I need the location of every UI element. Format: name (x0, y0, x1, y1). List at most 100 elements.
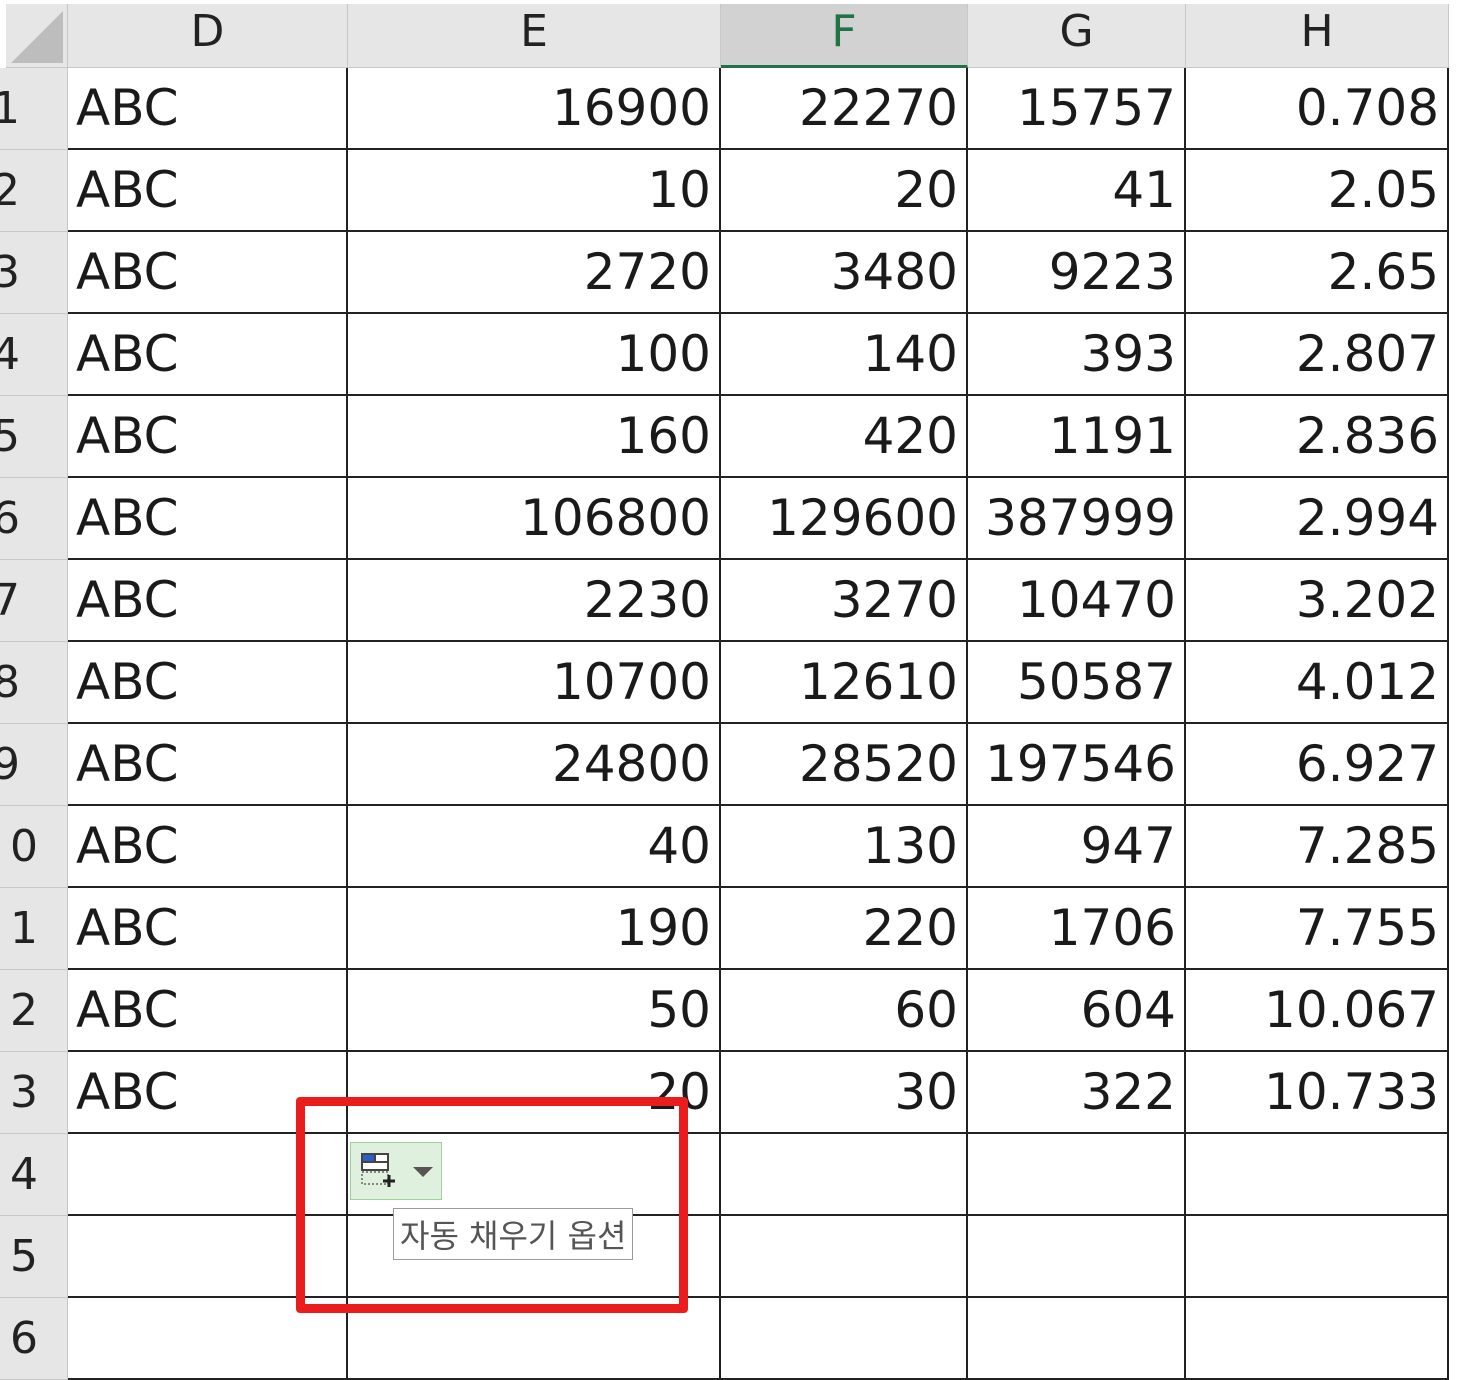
column-header-h[interactable]: H (1186, 4, 1449, 68)
cell-f[interactable]: 3270 (721, 560, 968, 642)
cell-d[interactable]: ABC (68, 724, 348, 806)
cell-f[interactable] (721, 1134, 968, 1216)
cell-h[interactable]: 10.067 (1186, 970, 1449, 1052)
cell-g[interactable]: 197546 (968, 724, 1186, 806)
cell-e[interactable]: 100 (348, 314, 721, 396)
cell-d[interactable]: ABC (68, 970, 348, 1052)
row-header[interactable]: 4 (0, 1134, 68, 1216)
row-header[interactable]: 7 (0, 560, 68, 642)
row-header[interactable]: 8 (0, 642, 68, 724)
cell-h[interactable]: 2.05 (1186, 150, 1449, 232)
cell-h[interactable]: 4.012 (1186, 642, 1449, 724)
row-header[interactable]: 4 (0, 314, 68, 396)
cell-f[interactable]: 28520 (721, 724, 968, 806)
cell-f[interactable]: 3480 (721, 232, 968, 314)
cell-e[interactable] (348, 1298, 721, 1380)
cell-h[interactable]: 7.285 (1186, 806, 1449, 888)
cell-e[interactable]: 40 (348, 806, 721, 888)
row-header[interactable]: 5 (0, 1216, 68, 1298)
cell-f[interactable]: 220 (721, 888, 968, 970)
cell-e[interactable]: 2230 (348, 560, 721, 642)
cell-g[interactable]: 50587 (968, 642, 1186, 724)
cell-d[interactable]: ABC (68, 560, 348, 642)
cell-e[interactable]: 106800 (348, 478, 721, 560)
cell-e[interactable]: 50 (348, 970, 721, 1052)
cell-d[interactable] (68, 1216, 348, 1298)
cell-d[interactable]: ABC (68, 1052, 348, 1134)
cell-e[interactable]: 20 (348, 1052, 721, 1134)
cell-g[interactable] (968, 1216, 1186, 1298)
cell-f[interactable] (721, 1298, 968, 1380)
cell-h[interactable]: 6.927 (1186, 724, 1449, 806)
cell-f[interactable]: 22270 (721, 68, 968, 150)
cell-g[interactable]: 387999 (968, 478, 1186, 560)
cell-h[interactable] (1186, 1216, 1449, 1298)
cell-g[interactable]: 947 (968, 806, 1186, 888)
cell-h[interactable] (1186, 1134, 1449, 1216)
cell-g[interactable]: 393 (968, 314, 1186, 396)
cell-h[interactable]: 2.65 (1186, 232, 1449, 314)
row-header[interactable]: 2 (0, 970, 68, 1052)
row-header[interactable]: 9 (0, 724, 68, 806)
cell-e[interactable]: 24800 (348, 724, 721, 806)
cell-g[interactable]: 10470 (968, 560, 1186, 642)
cell-f[interactable]: 60 (721, 970, 968, 1052)
row-header[interactable]: 3 (0, 1052, 68, 1134)
cell-h[interactable]: 7.755 (1186, 888, 1449, 970)
cell-f[interactable]: 130 (721, 806, 968, 888)
row-header[interactable]: 1 (0, 68, 68, 150)
cell-e[interactable]: 10700 (348, 642, 721, 724)
row-header[interactable]: 6 (0, 478, 68, 560)
cell-g[interactable]: 322 (968, 1052, 1186, 1134)
cell-h[interactable]: 3.202 (1186, 560, 1449, 642)
cell-g[interactable]: 9223 (968, 232, 1186, 314)
cell-g[interactable]: 41 (968, 150, 1186, 232)
row-header[interactable]: 2 (0, 150, 68, 232)
cell-g[interactable]: 15757 (968, 68, 1186, 150)
cell-d[interactable]: ABC (68, 806, 348, 888)
row-header[interactable]: 1 (0, 888, 68, 970)
column-header-d[interactable]: D (68, 4, 348, 68)
cell-h[interactable]: 2.807 (1186, 314, 1449, 396)
cell-d[interactable]: ABC (68, 68, 348, 150)
cell-d[interactable]: ABC (68, 396, 348, 478)
cell-e[interactable]: 10 (348, 150, 721, 232)
cell-e[interactable]: 2720 (348, 232, 721, 314)
cell-f[interactable]: 420 (721, 396, 968, 478)
cell-g[interactable] (968, 1134, 1186, 1216)
cell-h[interactable]: 2.994 (1186, 478, 1449, 560)
cell-g[interactable]: 1706 (968, 888, 1186, 970)
cell-f[interactable]: 129600 (721, 478, 968, 560)
cell-d[interactable]: ABC (68, 478, 348, 560)
cell-f[interactable] (721, 1216, 968, 1298)
cell-e[interactable]: 16900 (348, 68, 721, 150)
cell-d[interactable] (68, 1298, 348, 1380)
cell-d[interactable]: ABC (68, 232, 348, 314)
cell-e[interactable]: 190 (348, 888, 721, 970)
column-header-g[interactable]: G (968, 4, 1186, 68)
cell-g[interactable]: 604 (968, 970, 1186, 1052)
cell-h[interactable] (1186, 1298, 1449, 1380)
row-header[interactable]: 5 (0, 396, 68, 478)
cell-d[interactable]: ABC (68, 314, 348, 396)
cell-d[interactable] (68, 1134, 348, 1216)
cell-h[interactable]: 10.733 (1186, 1052, 1449, 1134)
cell-e[interactable]: 160 (348, 396, 721, 478)
cell-f[interactable]: 12610 (721, 642, 968, 724)
column-header-e[interactable]: E (348, 4, 721, 68)
row-header[interactable]: 6 (0, 1298, 68, 1380)
row-header[interactable]: 3 (0, 232, 68, 314)
cell-g[interactable] (968, 1298, 1186, 1380)
cell-h[interactable]: 2.836 (1186, 396, 1449, 478)
row-header[interactable]: 0 (0, 806, 68, 888)
autofill-options-button[interactable] (350, 1142, 442, 1200)
cell-d[interactable]: ABC (68, 150, 348, 232)
cell-f[interactable]: 30 (721, 1052, 968, 1134)
column-header-f[interactable]: F (721, 4, 968, 68)
cell-h[interactable]: 0.708 (1186, 68, 1449, 150)
cell-f[interactable]: 20 (721, 150, 968, 232)
cell-d[interactable]: ABC (68, 642, 348, 724)
cell-f[interactable]: 140 (721, 314, 968, 396)
cell-g[interactable]: 1191 (968, 396, 1186, 478)
cell-d[interactable]: ABC (68, 888, 348, 970)
